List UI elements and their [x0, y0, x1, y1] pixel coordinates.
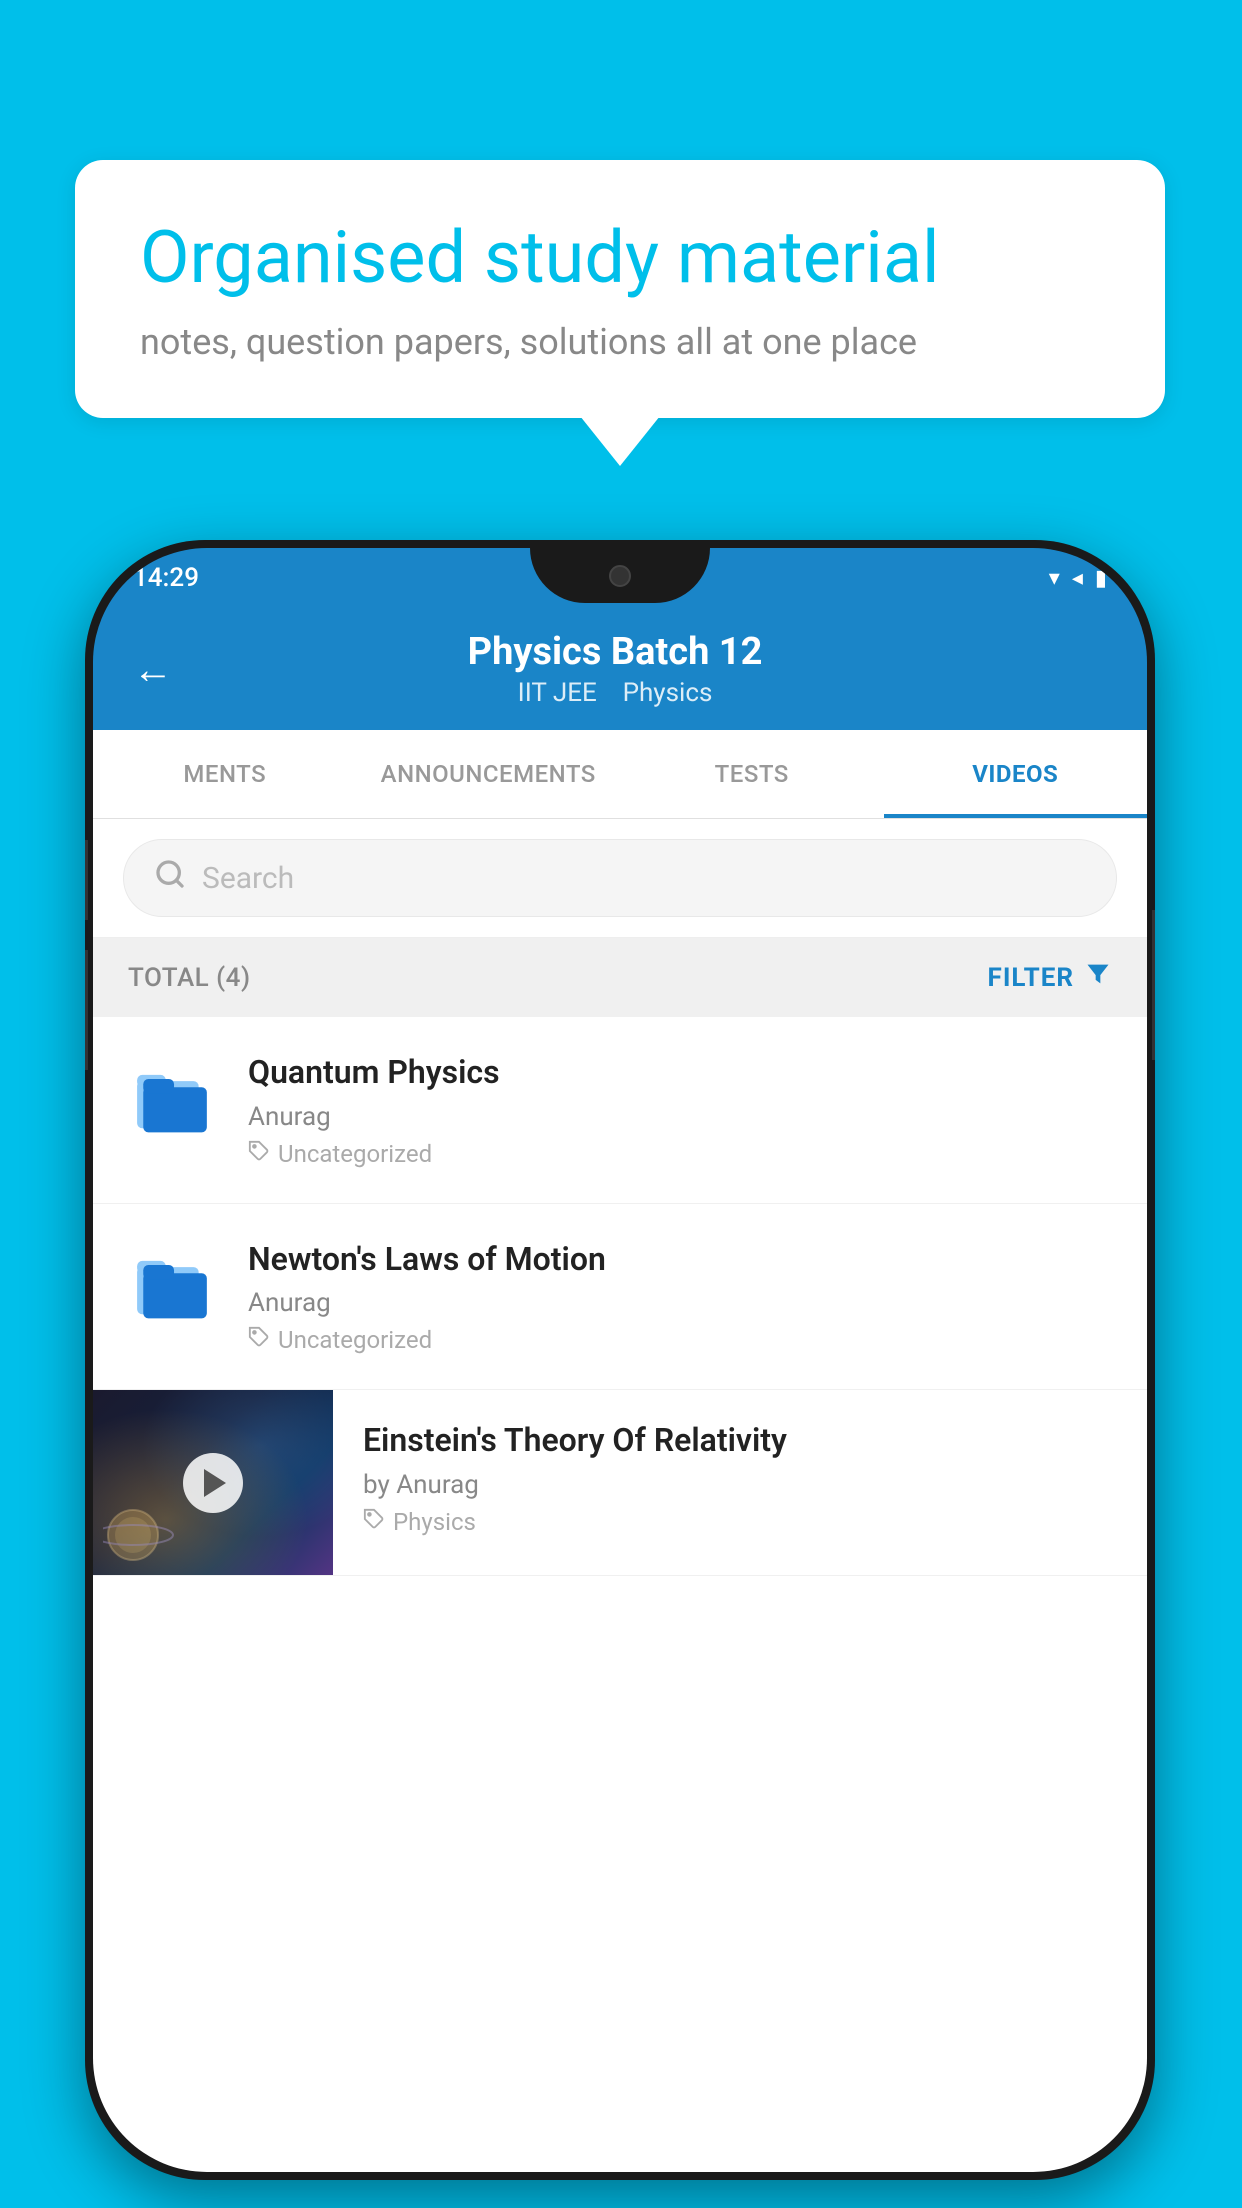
item-tag: Uncategorized	[248, 1140, 1112, 1168]
tag-label: Uncategorized	[278, 1140, 432, 1168]
app-header: ← Physics Batch 12 IIT JEE Physics	[93, 608, 1147, 730]
tag-label: Physics	[393, 1508, 476, 1536]
search-container: Search	[93, 819, 1147, 938]
power-button	[1152, 910, 1155, 1060]
phone-screen: 14:29 ▾ ◂ ▮ ← Physics Batch 12 IIT JEE	[93, 548, 1147, 2172]
item-title: Quantum Physics	[248, 1052, 1112, 1094]
volume-up-button	[85, 840, 88, 920]
filter-bar: TOTAL (4) FILTER	[93, 938, 1147, 1017]
search-placeholder: Search	[202, 861, 294, 896]
item-title: Newton's Laws of Motion	[248, 1239, 1112, 1281]
bubble-title: Organised study material	[140, 215, 1100, 301]
camera-dot	[609, 565, 631, 587]
volume-down-button	[85, 950, 88, 1070]
play-button[interactable]	[183, 1453, 243, 1513]
folder-icon	[128, 1052, 218, 1142]
search-bar[interactable]: Search	[123, 839, 1117, 917]
tag-icon	[248, 1326, 270, 1354]
status-time: 14:29	[133, 563, 199, 593]
back-button[interactable]: ←	[133, 646, 173, 693]
phone-frame: 14:29 ▾ ◂ ▮ ← Physics Batch 12 IIT JEE	[85, 540, 1155, 2180]
list-item[interactable]: Newton's Laws of Motion Anurag Uncategor…	[93, 1204, 1147, 1391]
tab-videos[interactable]: VIDEOS	[884, 730, 1148, 818]
signal-icon: ◂	[1072, 566, 1083, 591]
batch-subtitle: IIT JEE Physics	[203, 678, 1027, 708]
batch-subject: Physics	[623, 678, 713, 708]
phone-notch	[530, 548, 710, 603]
filter-label: FILTER	[988, 963, 1074, 993]
filter-button[interactable]: FILTER	[988, 960, 1112, 995]
search-icon	[154, 858, 186, 898]
filter-icon	[1084, 960, 1112, 995]
video-title: Einstein's Theory Of Relativity	[363, 1420, 1117, 1462]
tag-icon	[363, 1508, 385, 1536]
batch-title: Physics Batch 12	[203, 630, 1027, 674]
list-item[interactable]: Quantum Physics Anurag Uncategorized	[93, 1017, 1147, 1204]
wifi-icon: ▾	[1049, 566, 1060, 591]
item-content: Quantum Physics Anurag Uncategorized	[248, 1052, 1112, 1168]
tag-icon	[248, 1140, 270, 1168]
total-count: TOTAL (4)	[128, 963, 251, 993]
video-author: by Anurag	[363, 1470, 1117, 1500]
item-author: Anurag	[248, 1102, 1112, 1132]
batch-category: IIT JEE	[518, 678, 597, 708]
video-content: Einstein's Theory Of Relativity by Anura…	[333, 1390, 1147, 1561]
tab-tests[interactable]: TESTS	[620, 730, 884, 818]
speech-bubble: Organised study material notes, question…	[75, 160, 1165, 418]
video-tag: Physics	[363, 1508, 1117, 1536]
item-tag: Uncategorized	[248, 1326, 1112, 1354]
list-item-video[interactable]: Einstein's Theory Of Relativity by Anura…	[93, 1390, 1147, 1576]
video-list: Quantum Physics Anurag Uncategorized	[93, 1017, 1147, 2172]
header-title-area: Physics Batch 12 IIT JEE Physics	[203, 630, 1027, 708]
tab-bar: MENTS ANNOUNCEMENTS TESTS VIDEOS	[93, 730, 1147, 819]
folder-icon	[128, 1239, 218, 1329]
tab-announcements[interactable]: ANNOUNCEMENTS	[357, 730, 621, 818]
battery-icon: ▮	[1095, 566, 1107, 591]
tag-label: Uncategorized	[278, 1326, 432, 1354]
video-thumbnail	[93, 1390, 333, 1575]
bubble-subtitle: notes, question papers, solutions all at…	[140, 321, 1100, 363]
play-icon	[204, 1469, 226, 1497]
item-author: Anurag	[248, 1288, 1112, 1318]
status-bar: 14:29 ▾ ◂ ▮	[93, 548, 1147, 608]
status-icons: ▾ ◂ ▮	[1049, 566, 1107, 591]
app-screen: 14:29 ▾ ◂ ▮ ← Physics Batch 12 IIT JEE	[93, 548, 1147, 2172]
item-content: Newton's Laws of Motion Anurag Uncategor…	[248, 1239, 1112, 1355]
tab-assignments[interactable]: MENTS	[93, 730, 357, 818]
